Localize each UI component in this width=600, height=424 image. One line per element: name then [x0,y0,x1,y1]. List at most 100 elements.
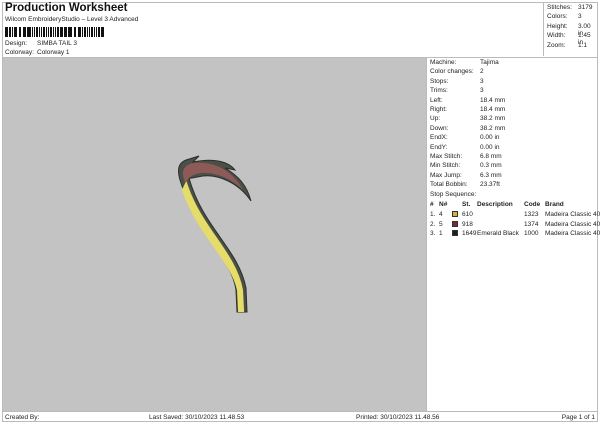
thread-code: 1000 [524,230,539,238]
stat-row: Zoom: 1:1 [547,42,595,51]
stat-value: 3 [578,13,582,21]
stat-row: Colors: 3 [547,13,595,22]
barcode-bar [6,27,8,37]
barcode-bar [74,27,77,37]
info-row: Machine: Tajima [430,59,595,68]
info-value: 6.3 mm [480,171,502,179]
stat-label: Height: [547,22,568,30]
stat-label: Zoom: [547,41,566,49]
stop-row: 1. 4 610 1323 Madeira Classic 40 [430,210,600,219]
color-swatch [452,220,458,227]
barcode-bar [56,27,59,37]
stat-label: Colors: [547,13,568,21]
column-header-code: Code [524,200,541,208]
thread-code: 1374 [524,220,539,228]
barcode-bar [61,27,63,37]
info-label: Max Jump: [430,171,462,179]
info-label: Color changes: [430,68,474,76]
barcode-bar [70,27,73,37]
last-saved: Last Saved: 30/10/2023 11.48.53 [149,413,245,421]
info-label: Left: [430,96,443,104]
barcode-bar [11,27,13,37]
column-header-st: St. [462,200,471,208]
info-label: Trims: [430,87,448,95]
barcode-bar [88,27,90,37]
color-swatch [452,230,458,237]
info-label: Max Stitch: [430,152,463,160]
column-header-desc: Description [477,200,513,208]
footer: Created By: Last Saved: 30/10/2023 11.48… [2,411,598,422]
barcode-bar [33,27,36,37]
info-row: EndX: 0.00 in [430,134,595,143]
stop-row: 2. 5 918 1374 Madeira Classic 40 [430,220,600,229]
info-value: 2 [480,68,484,76]
barcode-bar [15,27,18,37]
needle-number: 5 [439,220,443,228]
printed-date: Printed: 30/10/2023 11.48.56 [356,413,440,421]
design-field: Design: SIMBA TAIL 3 [5,40,77,47]
stat-value: 1:1 [578,41,588,49]
created-by: Created By: [5,413,40,421]
thread-description: Emerald Black [477,230,519,238]
thread-brand: Madeira Classic 40 [545,220,600,228]
colorway-field: Colorway: Colorway 1 [5,49,70,56]
barcode-bar [80,27,81,37]
info-value: 0.00 in [480,134,500,142]
needle-number: 1 [439,230,443,238]
stats-box: Stitches: 3179 Colors: 3 Height: 3.00 in Wi… [543,2,598,56]
info-row: Max Jump: 6.3 mm [430,172,595,181]
barcode-bar [47,27,49,37]
stat-label: Stitches: [547,4,572,11]
column-header-num: # [430,200,434,208]
info-label: Right: [430,105,447,113]
embroidery-design-image [178,155,252,313]
stop-sequence-header: # N# St. Description Code Brand [430,201,595,210]
barcode-bar [97,27,100,37]
design-value: SIMBA TAIL 3 [37,40,77,47]
colorway-value: Colorway 1 [37,49,70,56]
info-value: 18.4 mm [480,105,506,113]
info-value: 38.2 mm [480,124,506,132]
info-row: Max Stitch: 6.8 mm [430,153,595,162]
barcode-bar [25,27,26,37]
stop-sequence-title: Stop Sequence: [430,191,477,199]
software-name: Wilcom EmbroideryStudio – Level 3 Advanc… [5,16,139,23]
page-title: Production Worksheet [5,2,128,14]
barcode-bar [29,27,32,37]
info-value: 3 [480,77,484,85]
thread-brand: Madeira Classic 40 [545,230,600,238]
info-row: Min Stitch: 0.3 mm [430,162,595,171]
color-swatch [452,211,458,218]
info-row: Trims: 3 [430,87,595,96]
needle-number: 4 [439,211,443,219]
stop-row: 3. 1 1649 Emerald Black 1000 Madeira Cla… [430,229,600,238]
info-row: Stops: 3 [430,78,595,87]
info-panel: Machine: Tajima Color changes: 2 Stops: 3 Trim… [426,58,600,411]
page-number: Page 1 of 1 [561,413,595,421]
thread-code: 1323 [524,211,539,219]
stop-number: 2. [430,220,436,228]
info-value: 18.4 mm [480,96,506,104]
barcode-bar [66,27,68,37]
colorway-label: Colorway: [5,49,34,56]
barcode-bar [84,27,87,37]
info-value: 6.8 mm [480,152,502,160]
info-label: EndY: [430,143,448,151]
barcode [5,27,105,37]
info-value: Tajima [480,59,499,66]
info-label: Up: [430,115,441,123]
info-row: Total Bobbin: 23.37ft [430,181,595,190]
barcode-bar [42,27,45,37]
info-label: Total Bobbin: [430,181,468,189]
stitch-count: 1649 [462,230,477,238]
stat-label: Width: [547,32,566,40]
design-label: Design: [5,40,28,47]
info-value: 3 [480,87,484,95]
info-label: EndX: [430,134,448,142]
thread-brand: Madeira Classic 40 [545,211,600,219]
stop-number: 1. [430,211,436,219]
column-header-brand: Brand [545,200,564,208]
barcode-bar [20,27,22,37]
design-preview [3,58,426,411]
info-label: Machine: [430,59,457,66]
